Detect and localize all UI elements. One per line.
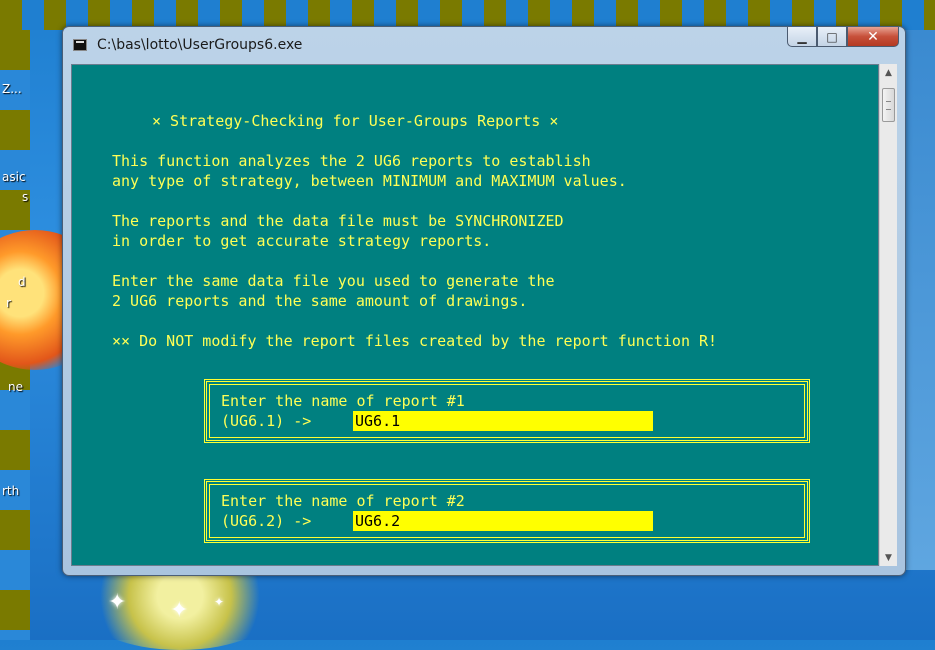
window-controls: ▁ □ ✕	[787, 27, 899, 47]
sparkle-icon: ✦	[170, 598, 189, 623]
console-text-line: The reports and the data file must be SY…	[112, 212, 564, 230]
maximize-button[interactable]: □	[817, 27, 847, 47]
report2-label: (UG6.2) ->	[221, 512, 312, 530]
desktop-icon-label[interactable]: d	[18, 275, 26, 289]
close-button[interactable]: ✕	[847, 27, 899, 47]
vertical-scrollbar[interactable]: ▲ ▼	[879, 64, 897, 566]
report2-dialog: Enter the name of report #2 (UG6.2) -> U…	[204, 479, 810, 543]
report1-input[interactable]: UG6.1	[353, 411, 653, 431]
scroll-down-button[interactable]: ▼	[880, 549, 897, 566]
console-text-line: Enter the same data file you used to gen…	[112, 272, 555, 290]
scrollbar-thumb[interactable]	[882, 88, 895, 122]
window-title: C:\bas\lotto\UserGroups6.exe	[97, 37, 303, 53]
scroll-up-icon: ▲	[885, 67, 892, 78]
close-icon: ✕	[867, 28, 879, 45]
console-warning: ×× Do NOT modify the report files create…	[112, 332, 718, 350]
minimize-button[interactable]: ▁	[787, 27, 817, 47]
scroll-down-icon: ▼	[885, 552, 892, 563]
console-window[interactable]: C:\bas\lotto\UserGroups6.exe ▁ □ ✕ × Str…	[62, 26, 906, 576]
console-text-line: in order to get accurate strategy report…	[112, 232, 492, 250]
desktop-wallpaper-right	[903, 30, 935, 570]
console-text-line: 2 UG6 reports and the same amount of dra…	[112, 292, 528, 310]
sparkle-icon: ✦	[214, 595, 225, 609]
console-output[interactable]: × Strategy-Checking for User-Groups Repo…	[71, 64, 879, 566]
report1-label: (UG6.1) ->	[221, 412, 312, 430]
title-bar[interactable]: C:\bas\lotto\UserGroups6.exe ▁ □ ✕	[63, 27, 905, 63]
console-app-icon[interactable]	[73, 39, 87, 51]
desktop-icon-label[interactable]: ne	[8, 380, 23, 394]
console-text-line: This function analyzes the 2 UG6 reports…	[112, 152, 591, 170]
maximize-icon: □	[826, 29, 838, 44]
report2-input[interactable]: UG6.2	[353, 511, 653, 531]
desktop-icon-label[interactable]: asic	[2, 170, 26, 184]
sparkle-icon: ✦	[108, 590, 127, 615]
scroll-up-button[interactable]: ▲	[880, 64, 897, 81]
desktop-icon-label[interactable]: rth	[2, 484, 19, 498]
minimize-icon: ▁	[797, 29, 807, 44]
report2-prompt: Enter the name of report #2	[221, 492, 465, 510]
console-text-line: any type of strategy, between MINIMUM an…	[112, 172, 627, 190]
desktop-icon-label[interactable]: r	[6, 296, 11, 310]
report1-dialog: Enter the name of report #1 (UG6.1) -> U…	[204, 379, 810, 443]
report1-prompt: Enter the name of report #1	[221, 392, 465, 410]
console-heading: × Strategy-Checking for User-Groups Repo…	[152, 112, 559, 130]
desktop-icon-label[interactable]: Z...	[2, 82, 22, 96]
desktop-icon-label[interactable]: s	[22, 190, 28, 204]
